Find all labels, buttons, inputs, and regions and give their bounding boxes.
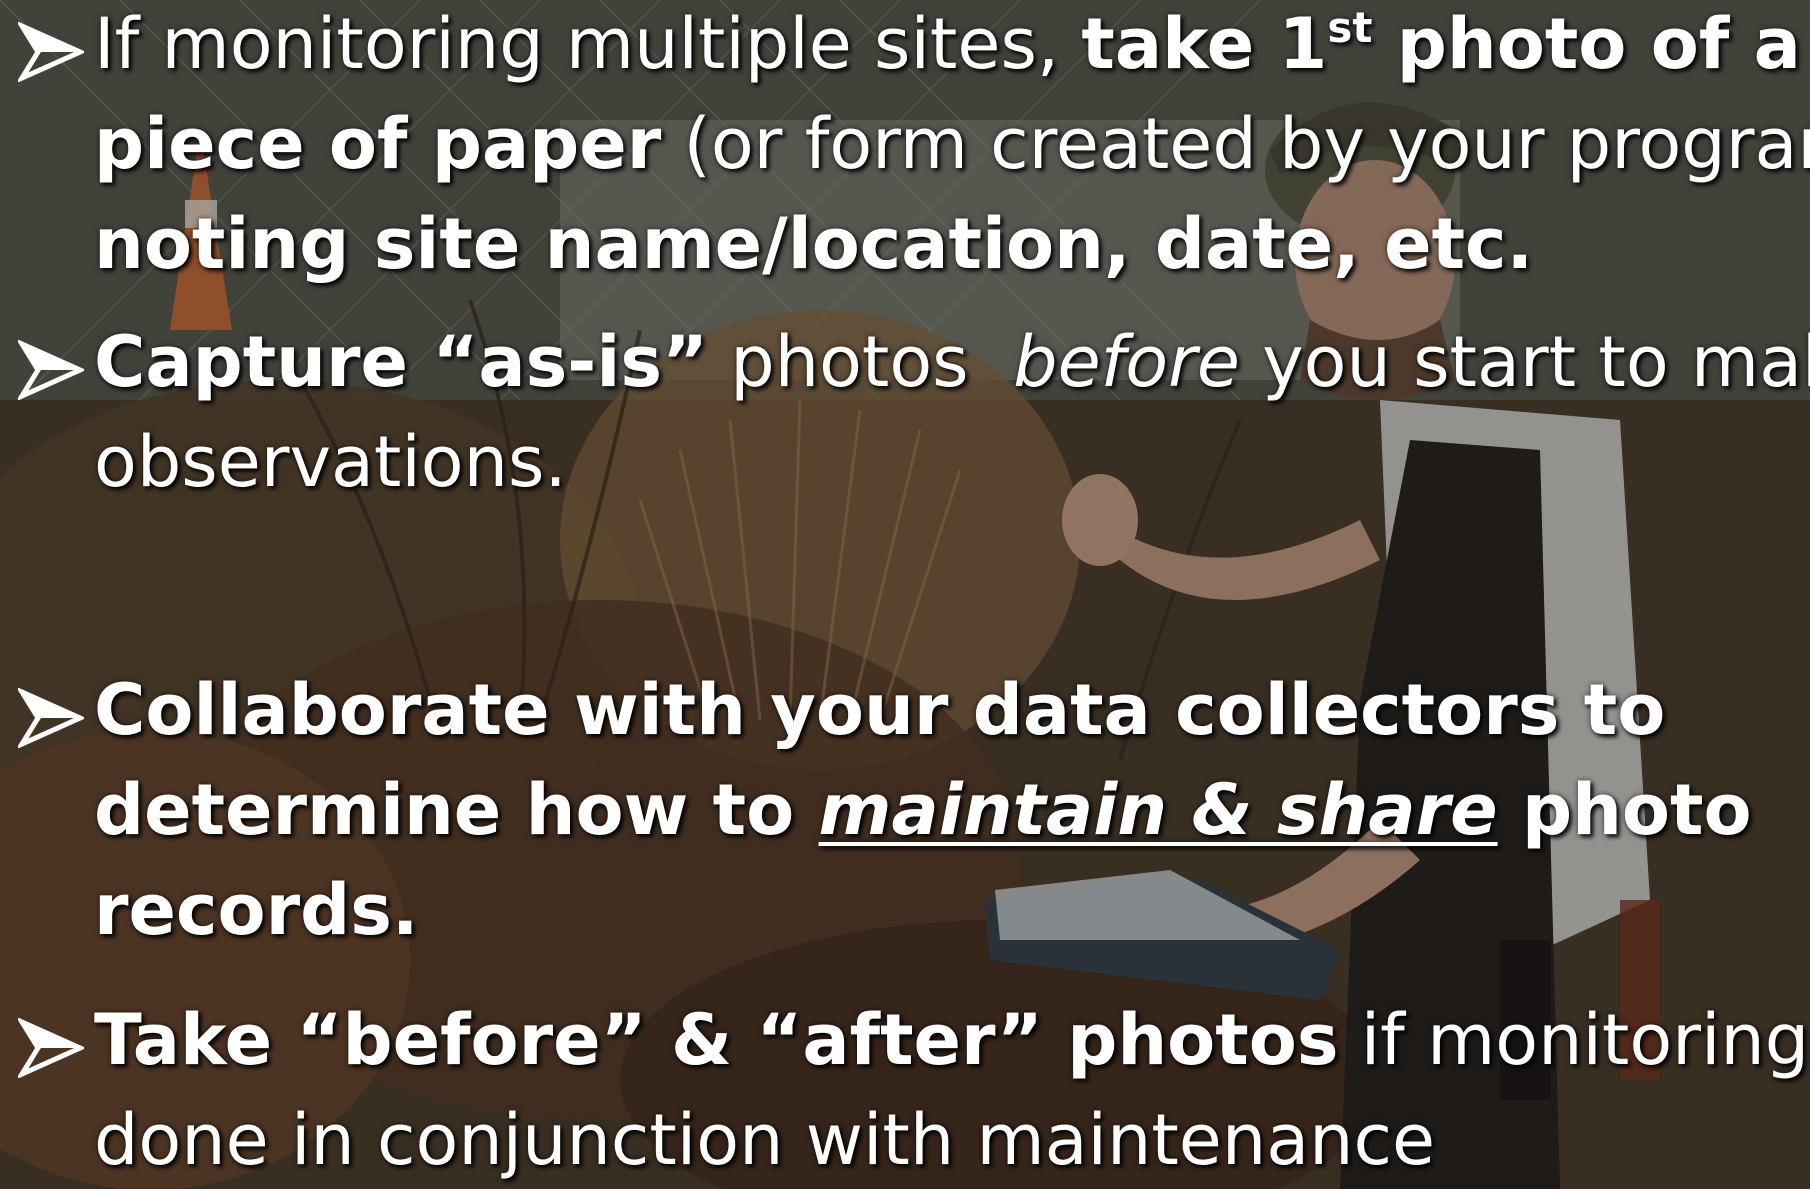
text-run-bold: noting site name/location, date, etc. — [94, 203, 1534, 285]
text-run: If monitoring multiple sites, — [94, 3, 1082, 85]
bullet-1-line-1: If monitoring multiple sites, take 1st p… — [94, 0, 1810, 94]
text-run-bold: Collaborate with your data collectors to — [94, 669, 1666, 751]
text-run-bold: piece of paper — [94, 103, 662, 185]
bullet-4-line-2: done in conjunction with maintenance — [94, 1090, 1810, 1190]
text-run: photos — [708, 321, 1014, 403]
bullet-3-line-1: Collaborate with your data collectors to — [94, 660, 1752, 760]
arrowhead-bullet-icon — [18, 1018, 84, 1078]
text-run: if monitoring is — [1360, 999, 1810, 1081]
bullet-text-4: Take “before” & “after” photos if monito… — [94, 990, 1810, 1190]
bullet-3-line-2: determine how to maintain & share photo — [94, 760, 1752, 860]
text-run: you start to make — [1262, 321, 1810, 403]
text-run-bold: Take “before” & “after” photos — [94, 999, 1339, 1081]
superscript-run: st — [1327, 3, 1373, 52]
arrowhead-bullet-icon — [18, 22, 84, 82]
arrowhead-bullet-icon — [18, 340, 84, 400]
text-run-bold: Capture “as-is” — [94, 321, 709, 403]
text-run-bold: photo of a — [1372, 3, 1801, 85]
bullet-text-2: Capture “as-is” photos before you start … — [94, 312, 1810, 512]
text-run-bold: records. — [94, 869, 419, 951]
arrowhead-bullet-icon — [18, 688, 84, 748]
text-run: observations. — [94, 421, 567, 503]
bullet-1-line-3: noting site name/location, date, etc. — [94, 194, 1810, 294]
text-run-bold: take 1 — [1081, 3, 1328, 85]
bullet-text-3: Collaborate with your data collectors to… — [94, 660, 1752, 960]
text-run-italic: before — [1013, 321, 1240, 403]
text-run-bold-italic-underline: maintain & share — [818, 769, 1498, 851]
bullet-text-1: If monitoring multiple sites, take 1st p… — [94, 0, 1810, 294]
bullet-4-line-1: Take “before” & “after” photos if monito… — [94, 990, 1810, 1090]
text-run: (or form created by your program) — [661, 103, 1810, 185]
bullet-2-line-2: observations. — [94, 412, 1810, 512]
bullet-2-line-1: Capture “as-is” photos before you start … — [94, 312, 1810, 412]
bullet-3-line-3: records. — [94, 860, 1752, 960]
text-run: done in conjunction with maintenance — [94, 1099, 1436, 1181]
text-run-bold: determine how to — [94, 769, 819, 851]
bullet-list: If monitoring multiple sites, take 1st p… — [0, 0, 1810, 1189]
bullet-1-line-2: piece of paper (or form created by your … — [94, 94, 1810, 194]
text-run-bold: photo — [1497, 769, 1752, 851]
